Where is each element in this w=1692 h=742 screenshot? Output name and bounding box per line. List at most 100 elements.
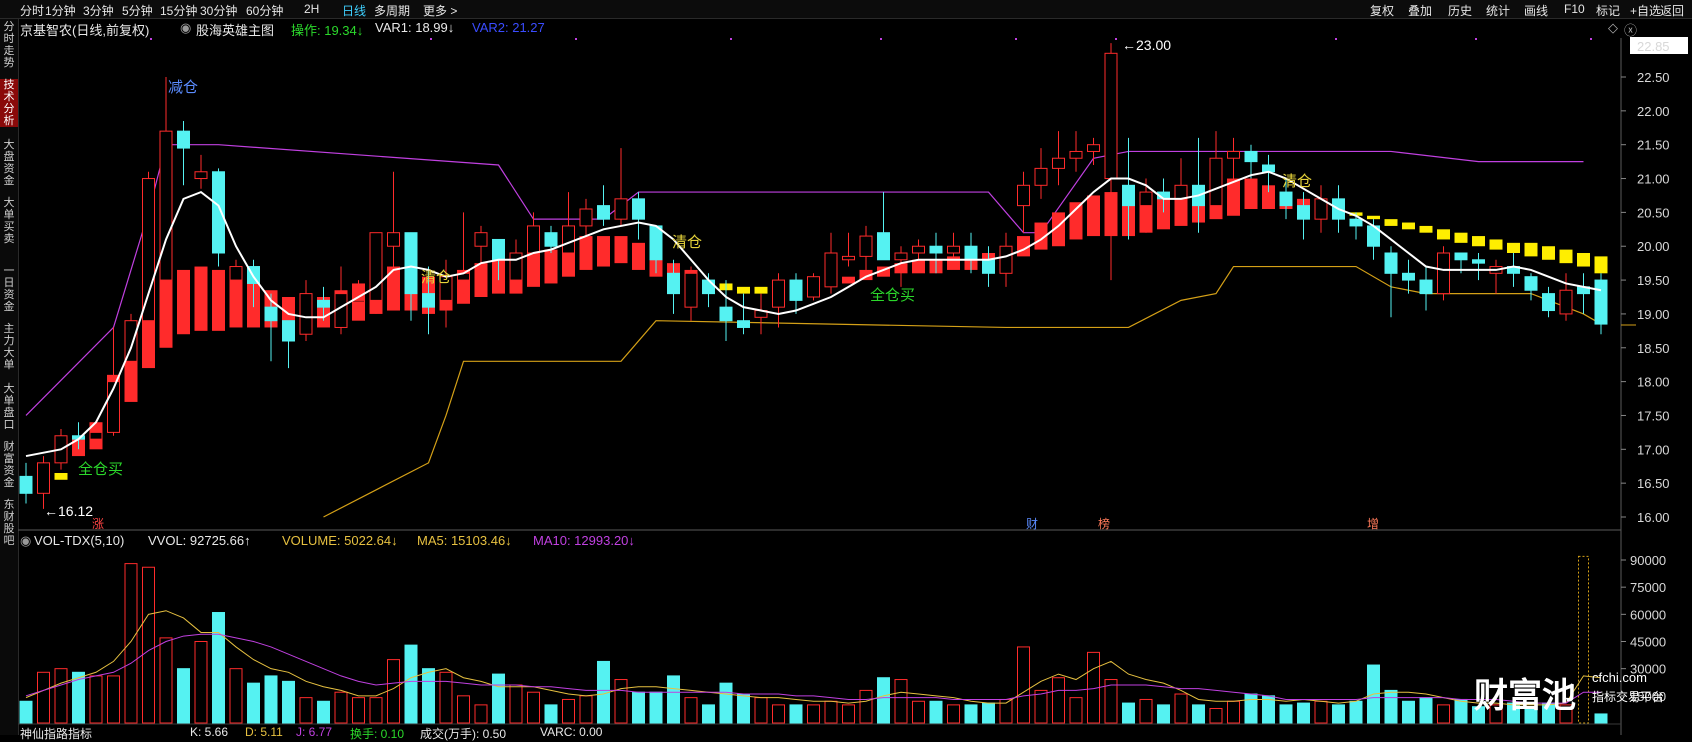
- period-2[interactable]: 3分钟: [83, 2, 114, 19]
- candle-body: [1104, 52, 1118, 180]
- volume-bar: [1349, 700, 1363, 724]
- signal-label: 清仓: [1282, 173, 1312, 190]
- period-6[interactable]: 60分钟: [246, 2, 283, 19]
- side-tab-1[interactable]: 技术分析: [0, 79, 18, 127]
- period-1[interactable]: 1分钟: [45, 2, 76, 19]
- candle-body: [1472, 259, 1485, 264]
- period-8[interactable]: 日线: [342, 2, 366, 19]
- signal-bar: [824, 280, 838, 287]
- price-tick-label: 16.50: [1637, 476, 1670, 491]
- volume-bar: [37, 671, 50, 724]
- signal-bar: [1227, 178, 1240, 216]
- side-tab-4[interactable]: 一日资金: [0, 265, 18, 313]
- signal-bar: [1209, 181, 1223, 220]
- side-tab-8[interactable]: 东财股吧: [0, 499, 18, 547]
- period-5[interactable]: 30分钟: [200, 2, 237, 19]
- candle-body: [1559, 289, 1573, 315]
- toolbar-right-2[interactable]: 历史: [1448, 2, 1472, 19]
- period-7[interactable]: 2H: [304, 2, 319, 16]
- side-tab-6[interactable]: 大单盘口: [0, 383, 18, 431]
- signal-bar: [754, 286, 768, 294]
- candle-body: [247, 266, 260, 284]
- toolbar-right-4[interactable]: 画线: [1524, 2, 1548, 19]
- signal-bar: [334, 290, 348, 325]
- period-3[interactable]: 5分钟: [122, 2, 153, 19]
- volume-bar: [212, 612, 225, 724]
- volume-bar: [1454, 698, 1468, 724]
- side-tab-5[interactable]: 主力大单: [0, 323, 18, 371]
- left-side-tabs: 分时走势技术分析大盘资金大单买卖一日资金主力大单大单盘口财富资金东财股吧: [0, 19, 19, 735]
- candle-body: [1087, 144, 1100, 152]
- ma-line: [25, 170, 1602, 458]
- window-close-icon[interactable]: ⓧ: [1624, 20, 1637, 39]
- volume-bar: [807, 704, 820, 724]
- kdj-chengjiao: 成交(万手): 0.50: [420, 727, 507, 741]
- period-10[interactable]: 更多 >: [423, 2, 457, 19]
- side-tab-0[interactable]: 分时走势: [0, 21, 18, 69]
- signal-bar: [789, 283, 803, 291]
- signal-bar: [632, 242, 645, 270]
- signal-bar: [842, 276, 855, 284]
- volume-bar: [702, 704, 715, 724]
- volume-bar: [1384, 689, 1398, 724]
- event-marker: 增: [1367, 517, 1379, 531]
- signal-bar: [282, 297, 295, 331]
- window-switch-icon[interactable]: ◇: [1608, 20, 1618, 36]
- side-tab-3[interactable]: 大单买卖: [0, 197, 18, 245]
- signal-bar: [439, 276, 453, 311]
- toolbar-right-3[interactable]: 统计: [1486, 2, 1510, 19]
- volume-bar: [614, 679, 628, 724]
- signal-bar: [404, 269, 418, 311]
- indicator-select-icon[interactable]: ◉: [180, 20, 191, 36]
- price-tick-label: 18.00: [1637, 375, 1670, 390]
- toolbar-right-0[interactable]: 复权: [1370, 2, 1394, 19]
- volume-settings-icon[interactable]: ◉: [20, 533, 31, 549]
- period-9[interactable]: 多周期: [374, 2, 410, 19]
- volume-bar: [439, 671, 453, 724]
- toolbar-right-5[interactable]: F10: [1564, 2, 1585, 16]
- volume-indicator-name[interactable]: VOL-TDX(5,10): [34, 533, 124, 548]
- volume-ma5: [25, 610, 1602, 706]
- toolbar-right-7[interactable]: +自选: [1630, 2, 1661, 19]
- candle-body: [369, 232, 383, 301]
- indicator-name[interactable]: 股海英雄主图: [196, 20, 274, 39]
- price-tick-label: 22.50: [1637, 70, 1670, 85]
- signal-bar: [72, 439, 85, 457]
- candle-body: [159, 130, 173, 281]
- side-tab-2[interactable]: 大盘资金: [0, 139, 18, 187]
- volume-bar: [894, 679, 908, 724]
- signal-bar: [212, 269, 225, 331]
- candle-body: [492, 238, 505, 261]
- volume-bar: [142, 566, 155, 724]
- period-0[interactable]: 分时: [20, 2, 44, 19]
- kdj-d: D: 5.11: [245, 725, 283, 739]
- kdj-name[interactable]: 神仙指路指标: [20, 725, 92, 742]
- price-tick-label: 19.50: [1637, 273, 1670, 288]
- volume-bar: [684, 697, 698, 724]
- candle-body: [142, 178, 155, 322]
- price-chart[interactable]: 22.85 22.50 22.00 21.50 21.00 20.50 20.00 19.50…: [0, 0, 1692, 735]
- toolbar-right-1[interactable]: 叠加: [1408, 2, 1432, 19]
- volume-bar: [667, 675, 680, 724]
- signal-bar: [964, 256, 978, 270]
- signal-label: 全仓买: [870, 286, 915, 304]
- side-tab-7[interactable]: 财富资金: [0, 441, 18, 489]
- signal-bar: [1437, 229, 1450, 240]
- candle-body: [1262, 164, 1275, 173]
- signal-bar: [1419, 225, 1433, 233]
- volume-tick-label: 90000: [1630, 553, 1666, 568]
- vvol-value: VVOL: 92725.66↑: [148, 533, 251, 548]
- candle-body: [1524, 276, 1538, 291]
- volume-value: VOLUME: 5022.64↓: [282, 533, 398, 548]
- candle-body: [807, 276, 820, 298]
- signal-bar: [387, 266, 400, 311]
- toolbar-right-6[interactable]: 标记: [1596, 2, 1620, 19]
- volume-bar: [1279, 704, 1293, 724]
- signal-bar: [264, 290, 278, 328]
- price-tick-label: 16.00: [1637, 510, 1670, 525]
- toolbar-right-8[interactable]: 返回: [1660, 2, 1684, 19]
- period-4[interactable]: 15分钟: [160, 2, 197, 19]
- signal-bar: [999, 246, 1013, 264]
- stock-title[interactable]: 京基智农(日线,前复权): [20, 20, 149, 39]
- signal-bar: [1559, 249, 1573, 264]
